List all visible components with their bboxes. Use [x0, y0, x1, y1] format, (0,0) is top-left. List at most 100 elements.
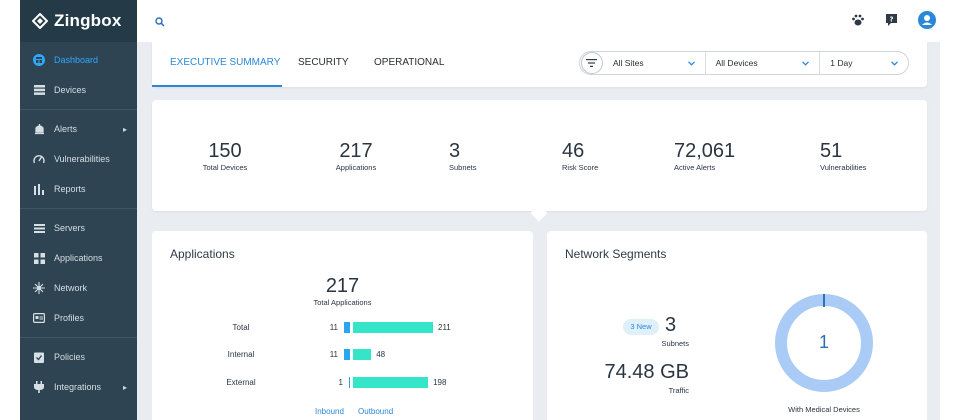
summary-stats-card: 150 Total Devices 217 Applications 3 Sub…: [152, 100, 927, 211]
network-segments-card: Network Segments 3 New 3 Subnets 74.48 G…: [547, 231, 927, 420]
row-label: External: [226, 378, 256, 387]
servers-icon: [33, 222, 45, 234]
sidebar-item-integrations[interactable]: Integrations ▸: [20, 372, 137, 402]
devices-icon: [33, 84, 45, 96]
sidebar-item-dashboard[interactable]: Dashboard: [20, 45, 137, 75]
stat-label: Applications: [335, 163, 377, 172]
tab-operational[interactable]: OPERATIONAL: [374, 57, 444, 68]
stat-label: Total Devices: [202, 163, 248, 172]
sidebar-item-label: Policies: [54, 352, 86, 362]
medical-devices-label: With Medical Devices: [788, 405, 860, 414]
filter-bar: All Sites All Devices 1 Day: [579, 51, 909, 75]
stat-risk-score[interactable]: 46 Risk Score: [562, 140, 612, 172]
sidebar: Zingbox Dashboard Devices Alerts ▸ Vulne…: [20, 0, 137, 420]
profiles-icon: [33, 312, 45, 324]
sidebar-item-label: Servers: [54, 223, 86, 233]
sidebar-item-label: Profiles: [54, 313, 85, 323]
zingbox-logo-icon: [32, 13, 48, 29]
sidebar-item-profiles[interactable]: Profiles: [20, 303, 137, 333]
applications-card: Applications 217 Total Applications Tota…: [152, 231, 533, 420]
stat-total-devices[interactable]: 150 Total Devices: [200, 140, 250, 172]
stat-applications[interactable]: 217 Applications: [328, 140, 384, 172]
sidebar-item-devices[interactable]: Devices: [20, 75, 137, 105]
help-icon[interactable]: ?: [885, 13, 898, 32]
inbound-bar[interactable]: [344, 349, 350, 360]
time-range-select[interactable]: 1 Day: [820, 52, 908, 74]
row-label: Total: [232, 323, 250, 332]
filter-icon[interactable]: [581, 52, 603, 74]
inbound-value: 11: [329, 350, 338, 359]
nav-divider: [20, 109, 137, 110]
svg-text:?: ?: [889, 15, 893, 23]
tab-security[interactable]: SECURITY: [298, 57, 349, 68]
stat-label: Risk Score: [562, 163, 599, 172]
sidebar-item-vulnerabilities[interactable]: Vulnerabilities: [20, 144, 137, 174]
user-icon[interactable]: [918, 11, 936, 34]
sidebar-item-policies[interactable]: Policies: [20, 342, 137, 372]
active-tab-indicator: [152, 85, 282, 87]
stat-label: Active Alerts: [674, 163, 716, 172]
medical-devices-count: 1: [818, 332, 829, 352]
chevron-right-icon: ▸: [122, 382, 127, 392]
applications-title: Applications: [170, 247, 235, 261]
sidebar-item-label: Network: [54, 283, 88, 293]
chevron-right-icon: ▸: [122, 124, 127, 134]
sites-select-value: All Sites: [612, 58, 644, 68]
traffic-label: Traffic: [668, 386, 689, 395]
chevron-down-icon: [802, 58, 810, 68]
top-bar: ?: [137, 0, 940, 42]
sidebar-item-label: Alerts: [54, 124, 78, 134]
stat-label: Vulnerabilities: [820, 163, 867, 172]
sidebar-item-reports[interactable]: Reports: [20, 174, 137, 204]
legend-outbound[interactable]: Outbound: [358, 407, 393, 416]
stat-active-alerts[interactable]: 72,061 Active Alerts: [674, 140, 744, 172]
stat-label: Subnets: [449, 163, 477, 172]
brand-name: Zingbox: [54, 11, 122, 30]
paw-icon[interactable]: [851, 13, 865, 32]
outbound-value: 48: [376, 350, 386, 359]
integrations-icon: [33, 381, 45, 393]
network-icon: [33, 282, 45, 294]
stat-value: 46: [562, 140, 585, 162]
sidebar-item-alerts[interactable]: Alerts ▸: [20, 114, 137, 144]
policies-icon: [33, 351, 45, 363]
sidebar-item-servers[interactable]: Servers: [20, 213, 137, 243]
outbound-bar[interactable]: [353, 322, 433, 333]
alerts-icon: [33, 123, 45, 135]
sidebar-item-label: Dashboard: [54, 55, 99, 65]
new-subnets-badge[interactable]: 3 New: [623, 319, 659, 335]
sidebar-item-label: Vulnerabilities: [54, 154, 110, 164]
donut-marker: [823, 294, 825, 307]
outbound-bar[interactable]: [353, 349, 372, 360]
left-frame: [0, 0, 20, 420]
inbound-value: 1: [338, 378, 343, 387]
devices-select[interactable]: All Devices: [706, 52, 821, 74]
sites-select[interactable]: All Sites: [603, 52, 706, 74]
inbound-bar[interactable]: [344, 322, 350, 333]
subnets-count: 3: [665, 314, 677, 336]
applications-total: 217: [325, 275, 360, 297]
chevron-down-icon: [891, 58, 898, 68]
dashboard-tabs: EXECUTIVE SUMMARY SECURITY OPERATIONAL A…: [152, 42, 927, 87]
devices-select-value: All Devices: [715, 58, 758, 68]
dashboard-icon: [33, 54, 45, 66]
outbound-bar[interactable]: [353, 377, 429, 388]
legend-inbound[interactable]: Inbound: [315, 407, 344, 416]
stat-value: 3: [449, 140, 461, 162]
stat-subnets[interactable]: 3 Subnets: [449, 140, 489, 172]
stat-value: 72,061: [674, 140, 736, 162]
brand[interactable]: Zingbox: [20, 0, 137, 42]
network-segments-title: Network Segments: [565, 247, 667, 261]
chevron-down-icon: [687, 58, 695, 68]
reports-icon: [33, 183, 45, 195]
inbound-value: 11: [329, 323, 338, 332]
stat-vulnerabilities[interactable]: 51 Vulnerabilities: [820, 140, 880, 172]
sidebar-item-applications[interactable]: Applications: [20, 243, 137, 273]
outbound-value: 211: [438, 323, 451, 332]
sidebar-item-label: Reports: [54, 184, 86, 194]
tab-executive-summary[interactable]: EXECUTIVE SUMMARY: [170, 57, 280, 68]
applications-icon: [33, 252, 45, 264]
sidebar-item-network[interactable]: Network: [20, 273, 137, 303]
search-icon[interactable]: [155, 14, 165, 32]
inbound-bar[interactable]: [349, 377, 350, 388]
